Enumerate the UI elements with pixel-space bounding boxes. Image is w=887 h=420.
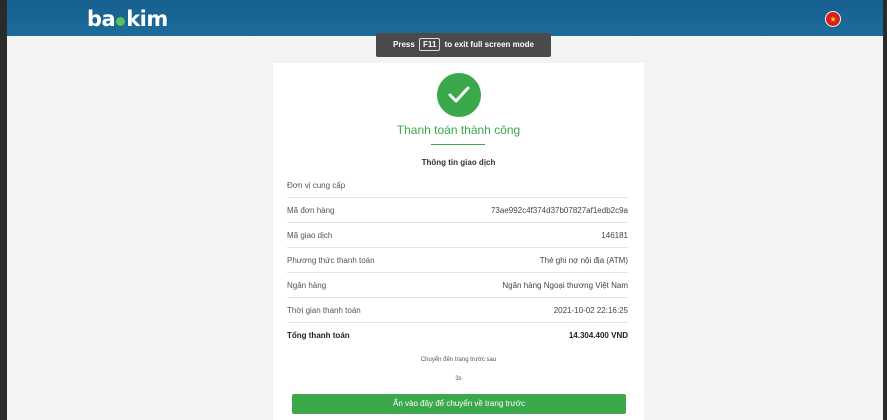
left-frame (0, 0, 7, 420)
fullscreen-notice-prefix: Press (393, 40, 415, 49)
payment-time-label: Thời gian thanh toán (287, 305, 361, 315)
total-label: Tổng thanh toán (287, 330, 350, 340)
back-to-previous-button[interactable]: Ấn vào đây để chuyển về trang trước (292, 394, 626, 414)
payment-time-value: 2021-10-02 22:16:25 (553, 305, 628, 315)
title-underline (431, 144, 485, 145)
right-frame (883, 0, 887, 420)
f11-key-badge: F11 (419, 38, 441, 51)
payment-status-title: Thanh toán thành công (396, 123, 521, 137)
row-bank: Ngân hàng Ngân hàng Ngoại thương Việt Na… (287, 273, 628, 298)
transaction-id-label: Mã giao dịch (287, 230, 333, 240)
transaction-info-table: Đơn vị cung cấp Mã đơn hàng 73ae992c4f37… (287, 173, 628, 347)
redirect-note: Chuyển đến trang trước sau (420, 357, 497, 363)
bank-value: Ngân hàng Ngoại thương Việt Nam (502, 280, 628, 290)
payment-method-value: Thẻ ghi nợ nội địa (ATM) (539, 255, 628, 265)
transaction-id-value: 146181 (601, 230, 628, 240)
total-value: 14.304.400 VND (568, 330, 628, 340)
row-provider: Đơn vị cung cấp (287, 173, 628, 198)
payment-result-card: Thanh toán thành công Thông tin giao dịc… (273, 63, 644, 420)
top-header: ba kim (7, 0, 883, 36)
provider-label: Đơn vị cung cấp (287, 180, 346, 190)
fullscreen-notice-suffix: to exit full screen mode (444, 40, 534, 49)
bank-label: Ngân hàng (287, 280, 327, 290)
transaction-info-heading: Thông tin giao dịch (421, 158, 496, 167)
redirect-countdown: 3s (455, 376, 462, 382)
order-id-value: 73ae992c4f374d37b07827af1edb2c9a (490, 205, 628, 215)
order-id-label: Mã đơn hàng (287, 205, 335, 215)
row-order-id: Mã đơn hàng 73ae992c4f374d37b07827af1edb… (287, 198, 628, 223)
vietnam-flag-icon[interactable] (825, 11, 841, 27)
success-check-icon (437, 73, 481, 117)
logo-dot-icon (116, 17, 126, 26)
row-payment-method: Phương thức thanh toán Thẻ ghi nợ nội đị… (287, 248, 628, 273)
baokim-logo[interactable]: ba kim (87, 7, 168, 31)
fullscreen-notice: Press F11 to exit full screen mode (376, 33, 551, 57)
row-total: Tổng thanh toán 14.304.400 VND (287, 323, 628, 347)
row-payment-time: Thời gian thanh toán 2021-10-02 22:16:25 (287, 298, 628, 323)
row-transaction-id: Mã giao dịch 146181 (287, 223, 628, 248)
payment-method-label: Phương thức thanh toán (287, 255, 375, 265)
